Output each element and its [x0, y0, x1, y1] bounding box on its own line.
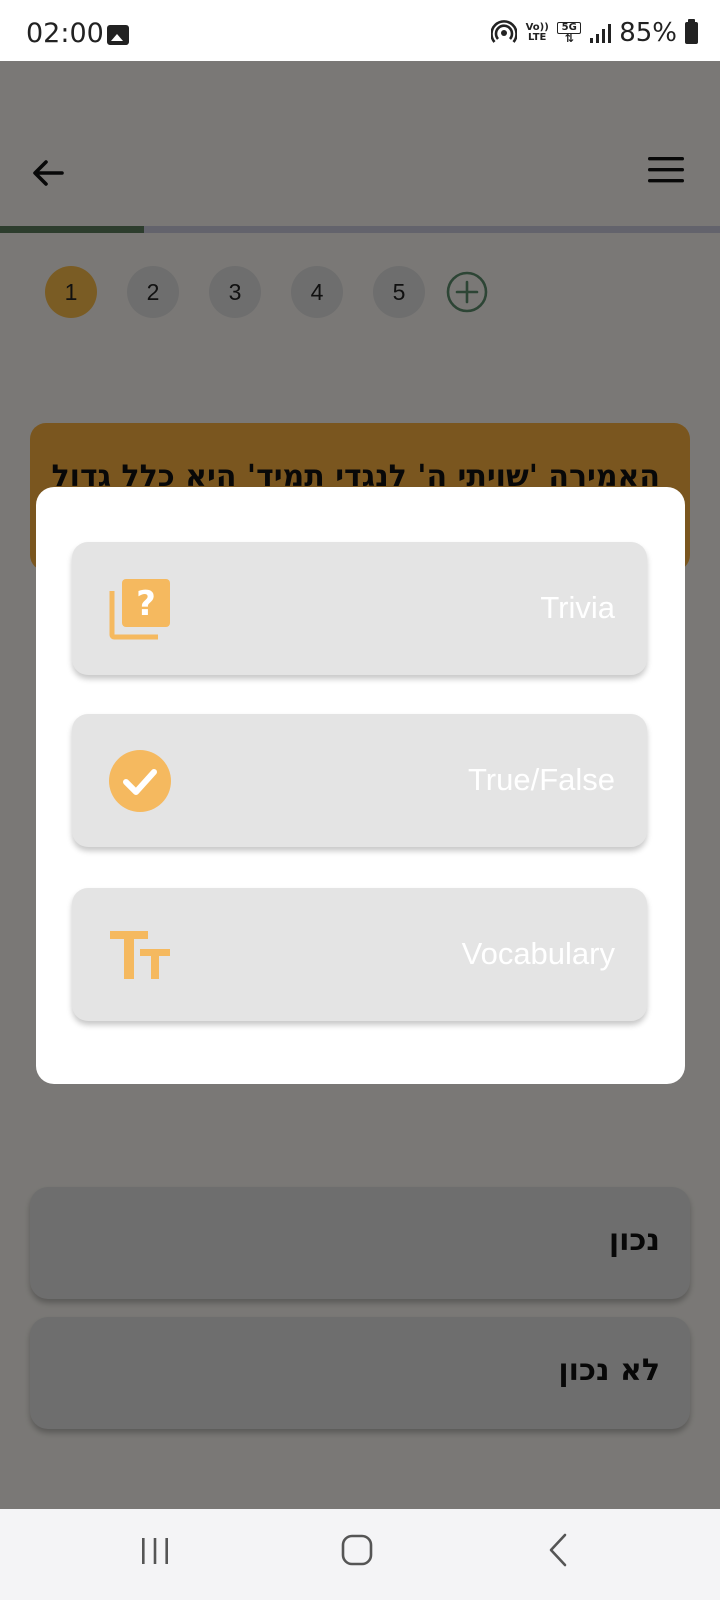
image-notification-icon	[107, 25, 129, 45]
network-type-indicator: 5G ⇅	[557, 22, 582, 45]
system-navigation-bar	[0, 1509, 720, 1600]
status-bar: 02:00 Vo)) LTE 5G ⇅ 85%	[0, 0, 720, 61]
volte-bottom: LTE	[528, 32, 547, 43]
recent-apps-icon[interactable]	[138, 1534, 172, 1568]
question-type-dialog: ? Trivia True/False Vocabulary	[36, 487, 685, 1084]
check-circle-icon	[109, 750, 171, 812]
volte-indicator: Vo)) LTE	[525, 23, 549, 43]
signal-strength-icon	[590, 24, 612, 43]
option-vocabulary[interactable]: Vocabulary	[72, 888, 647, 1021]
status-time: 02:00	[26, 18, 104, 49]
data-arrows-icon: ⇅	[564, 32, 574, 45]
option-true-false[interactable]: True/False	[72, 714, 647, 847]
status-indicators: Vo)) LTE 5G ⇅ 85%	[491, 18, 698, 48]
option-label: Trivia	[540, 590, 615, 625]
option-label: True/False	[467, 762, 615, 797]
question-cards-icon: ?	[109, 579, 170, 640]
text-size-icon	[110, 931, 170, 979]
option-label: Vocabulary	[461, 936, 615, 971]
battery-icon	[685, 19, 698, 44]
option-trivia[interactable]: ? Trivia	[72, 542, 647, 675]
home-icon[interactable]	[340, 1533, 374, 1567]
battery-percentage: 85%	[619, 18, 677, 48]
svg-text:?: ?	[136, 584, 156, 624]
hotspot-icon	[491, 20, 518, 43]
back-icon[interactable]	[546, 1531, 570, 1569]
